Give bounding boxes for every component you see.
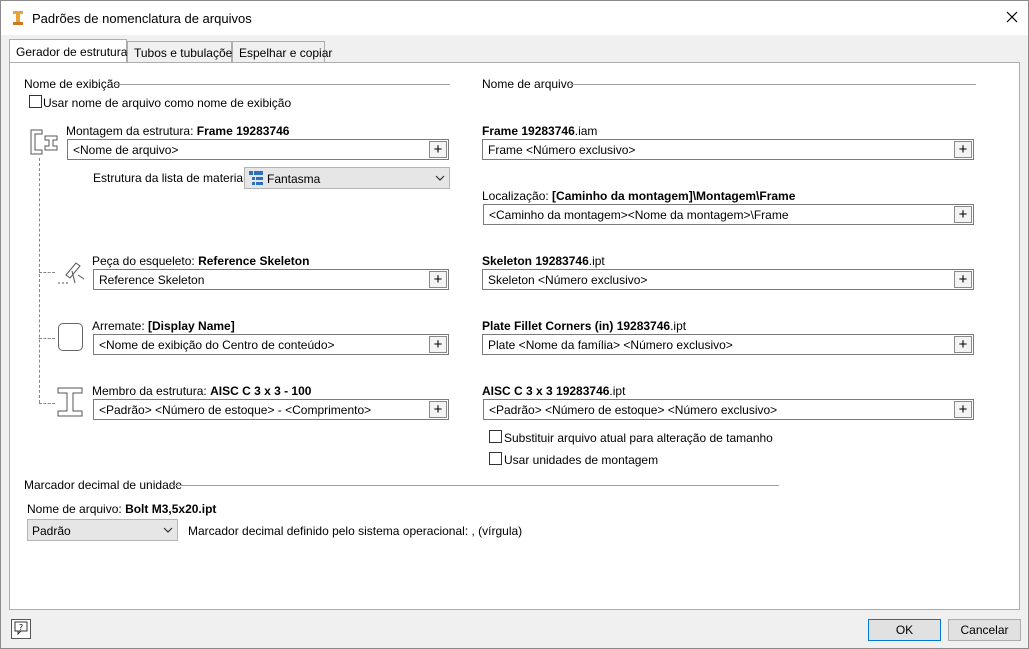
frame-assembly-icon: [29, 128, 59, 161]
inventor-icon: [12, 11, 24, 25]
file-name-section-title: Nome de arquivo: [482, 77, 574, 91]
title-bar: Padrões de nomenclatura de arquivos: [1, 1, 1028, 35]
finish-display-name-field[interactable]: <Nome de exibição do Centro de conteúdo>…: [93, 334, 449, 355]
member-display-label: Membro da estrutura: AISC C 3 x 3 - 100: [92, 384, 312, 398]
phantom-bom-icon: [249, 171, 263, 188]
section-divider: [114, 84, 450, 85]
tab-mirror-copy[interactable]: Espelhar e copiar: [232, 41, 332, 63]
ok-button[interactable]: OK: [868, 619, 941, 641]
help-button[interactable]: ?: [11, 619, 31, 639]
assembly-file-name-field[interactable]: Frame <Número exclusivo> +: [482, 139, 974, 160]
assembly-display-name-field[interactable]: <Nome de arquivo> +: [67, 139, 449, 160]
tab-frame-generator[interactable]: Gerador de estrutura: [9, 39, 127, 63]
cancel-button[interactable]: Cancelar: [948, 619, 1021, 641]
finish-file-label: Plate Fillet Corners (in) 19283746.ipt: [482, 319, 687, 333]
svg-text:?: ?: [19, 623, 23, 632]
decimal-marker-section-title: Marcador decimal de unidade: [24, 478, 183, 492]
end-treatment-icon: [58, 323, 83, 351]
location-field[interactable]: <Caminho da montagem><Nome da montagem>\…: [483, 204, 974, 225]
skeleton-part-icon: [56, 257, 86, 290]
help-icon: ?: [14, 621, 28, 638]
add-token-button[interactable]: +: [954, 206, 972, 223]
add-token-button[interactable]: +: [429, 141, 447, 158]
member-file-name-field[interactable]: <Padrão> <Número de estoque> <Número exc…: [483, 399, 974, 420]
section-divider: [570, 84, 976, 85]
bom-structure-select[interactable]: Fantasma: [244, 167, 450, 189]
chevron-down-icon: [435, 172, 445, 186]
add-token-button[interactable]: +: [954, 336, 972, 353]
dialog-window: Padrões de nomenclatura de arquivos Gera…: [0, 0, 1029, 649]
tree-connector: [39, 338, 55, 339]
assembly-file-label: Frame 19283746.iam: [482, 124, 598, 138]
assembly-units-checkbox[interactable]: [489, 452, 502, 465]
replace-file-checkbox[interactable]: [489, 430, 502, 443]
use-filename-checkbox[interactable]: [29, 95, 42, 108]
add-token-button[interactable]: +: [954, 271, 972, 288]
finish-display-label: Arremate: [Display Name]: [92, 319, 235, 333]
tree-connector: [39, 272, 55, 273]
skeleton-display-name-field[interactable]: Reference Skeleton +: [93, 269, 449, 290]
i-beam-icon: [56, 386, 84, 421]
add-token-button[interactable]: +: [429, 271, 447, 288]
chevron-down-icon: [163, 524, 173, 538]
tab-tubes-pipes[interactable]: Tubos e tubulações: [127, 41, 238, 63]
close-button[interactable]: [997, 5, 1027, 31]
skeleton-file-name-field[interactable]: Skeleton <Número exclusivo> +: [482, 269, 974, 290]
bom-structure-label: Estrutura da lista de materiais: [93, 171, 252, 185]
decimal-filename-label: Nome de arquivo: Bolt M3,5x20.ipt: [27, 502, 217, 516]
decimal-marker-select[interactable]: Padrão: [27, 519, 178, 541]
use-filename-label: Usar nome de arquivo como nome de exibiç…: [43, 96, 292, 110]
add-token-button[interactable]: +: [429, 401, 447, 418]
tree-connector: [39, 158, 40, 403]
decimal-note: Marcador decimal definido pelo sistema o…: [188, 524, 523, 538]
add-token-button[interactable]: +: [954, 141, 972, 158]
skeleton-display-label: Peça do esqueleto: Reference Skeleton: [92, 254, 310, 268]
section-divider: [171, 485, 779, 486]
assembly-units-label: Usar unidades de montagem: [504, 453, 659, 467]
finish-file-name-field[interactable]: Plate <Nome da família> <Número exclusiv…: [482, 334, 974, 355]
add-token-button[interactable]: +: [954, 401, 972, 418]
display-name-section-title: Nome de exibição: [24, 77, 121, 91]
replace-file-label: Substituir arquivo atual para alteração …: [504, 431, 773, 445]
add-token-button[interactable]: +: [429, 336, 447, 353]
location-label: Localização: [Caminho da montagem]\Monta…: [482, 189, 796, 203]
assembly-display-label: Montagem da estrutura: Frame 19283746: [66, 124, 290, 138]
member-file-label: AISC C 3 x 3 19283746.ipt: [482, 384, 626, 398]
window-title: Padrões de nomenclatura de arquivos: [32, 11, 252, 26]
member-display-name-field[interactable]: <Padrão> <Número de estoque> - <Comprime…: [93, 399, 449, 420]
close-icon: [1006, 11, 1018, 26]
skeleton-file-label: Skeleton 19283746.ipt: [482, 254, 605, 268]
tree-connector: [39, 403, 55, 404]
